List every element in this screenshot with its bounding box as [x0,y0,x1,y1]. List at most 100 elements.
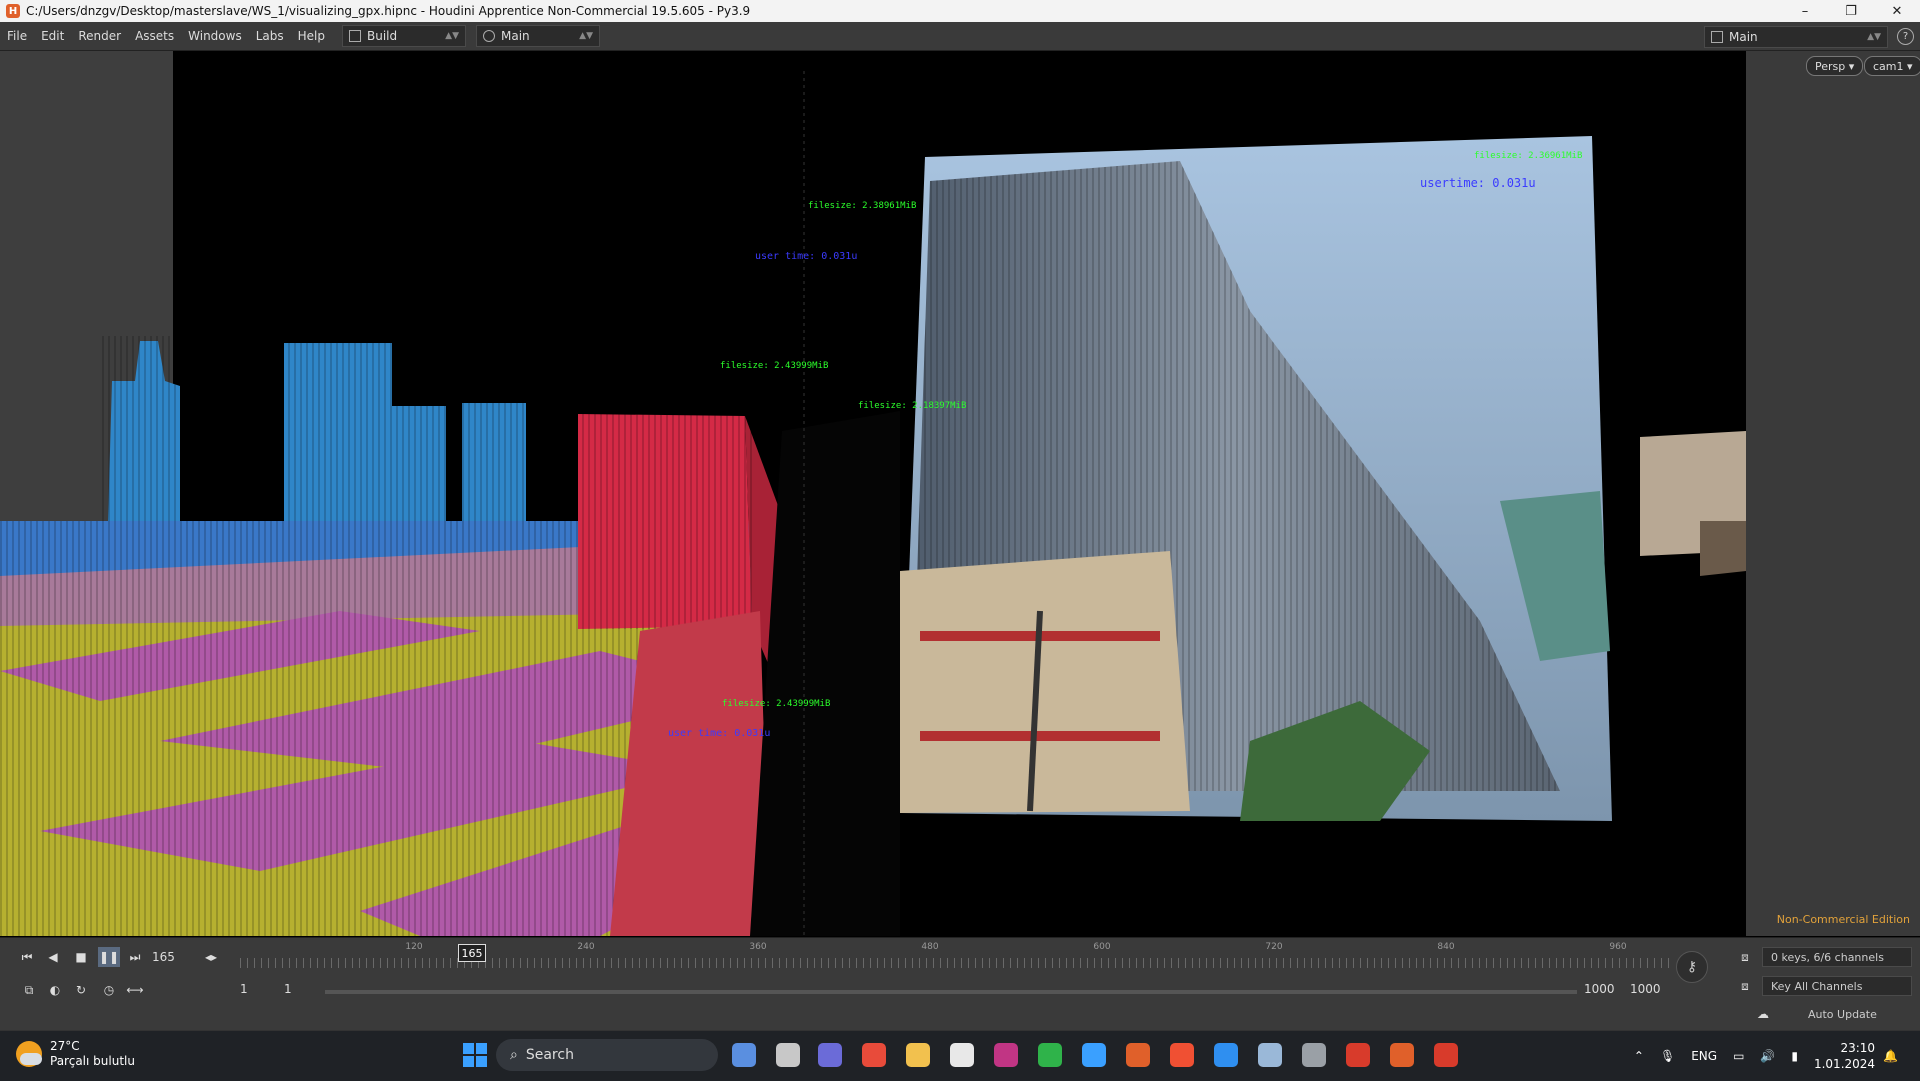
blue-buildings [100,336,530,526]
vscode-icon[interactable] [1214,1043,1238,1067]
key-all-channels-select[interactable]: Key All Channels [1762,976,1912,996]
overlay-filesize-2: filesize: 2.43999MiB [720,361,829,371]
desktop-select-value: Build [367,29,398,43]
notification-icon[interactable]: 🔔 [1883,1049,1898,1063]
camera-select-label: cam1 [1873,59,1904,73]
channels-label: 0 keys, 6/6 channels [1771,950,1884,964]
photo-plane [900,136,1612,821]
houdini-active-icon[interactable] [1390,1043,1414,1067]
current-frame-marker[interactable]: 165 [458,944,486,962]
start-frame-field-2[interactable]: 1 [284,982,292,996]
menu-labs[interactable]: Labs [249,29,291,43]
ruler-label: 480 [921,942,939,952]
menu-assets[interactable]: Assets [128,29,181,43]
weather-description: Parçalı bulutlu [50,1054,135,1068]
key-all-label: Key All Channels [1771,979,1863,993]
realtime-icon[interactable]: ⧉ [18,980,40,1000]
step-back-icon[interactable]: ◂▸ [200,947,222,967]
settings-icon[interactable] [1302,1043,1326,1067]
ruler-label: 240 [577,942,595,952]
pane-icon [1711,31,1723,43]
menu-edit[interactable]: Edit [34,29,71,43]
microphone-icon[interactable]: 🎙 [1660,1049,1675,1063]
menu-file[interactable]: File [0,29,34,43]
file-explorer-icon[interactable] [906,1043,930,1067]
overlay-filesize-4: filesize: 2.43999MiB [722,699,831,709]
cook-icon[interactable]: ☁ [1752,1004,1774,1024]
chevron-down-icon: ▲▼ [1867,32,1881,42]
clock-icon[interactable]: ◷ [98,980,120,1000]
viewport-side-panel: Persp ▾ cam1 ▾ Non-Commercial Edition [1746,51,1920,936]
right-pane-select[interactable]: Main ▲▼ [1704,26,1888,48]
ruler-label: 960 [1609,942,1627,952]
overlay-filesize-3: filesize: 2.18397MiB [858,401,967,411]
volume-icon[interactable]: 🔊 [1760,1049,1775,1063]
pane-icon [483,30,495,42]
instagram-icon[interactable] [994,1043,1018,1067]
minimize-button[interactable]: – [1782,0,1828,22]
widgets-icon[interactable] [732,1043,756,1067]
pause-icon[interactable]: ❚❚ [98,947,120,967]
chevron-down-icon: ▲▼ [579,31,593,41]
range-icon[interactable]: ⟷ [124,980,146,1000]
houdini-launcher-icon[interactable] [1126,1043,1150,1067]
loop-icon[interactable]: ↻ [70,980,92,1000]
ruler-label: 360 [749,942,767,952]
end-frame-field[interactable]: 1000 [1584,982,1615,996]
auto-update-label: Auto Update [1808,1007,1877,1021]
ruler-label: 720 [1265,942,1283,952]
help-icon[interactable]: ? [1897,28,1914,45]
frame-range-slider[interactable] [325,990,1577,994]
xbox-icon[interactable] [1038,1043,1062,1067]
menu-windows[interactable]: Windows [181,29,249,43]
channel-icon[interactable]: ⧈ [1734,947,1756,967]
clock[interactable]: 23:10 1.01.2024 [1814,1040,1875,1072]
battery-icon[interactable]: ▮ [1791,1049,1798,1063]
key-icon[interactable]: ⚷ [1676,951,1708,983]
notes-app-icon[interactable] [1082,1043,1106,1067]
overlay-filesize-5: filesize: 2.36961MiB [1474,151,1583,161]
red-app-icon[interactable] [1346,1043,1370,1067]
restore-button[interactable]: ❐ [1828,0,1874,22]
task-view-icon[interactable] [776,1043,800,1067]
audio-icon[interactable]: ◐ [44,980,66,1000]
camera-select-button[interactable]: cam1 ▾ [1864,56,1920,76]
chevron-up-icon[interactable]: ⌃ [1634,1049,1644,1063]
end-frame-field-2[interactable]: 1000 [1630,982,1661,996]
language-indicator[interactable]: ENG [1691,1049,1717,1063]
windows-taskbar: 27°C Parçalı bulutlu ⌕ Search ⌃ 🎙 ENG ▭ … [0,1030,1920,1081]
image-viewer-icon[interactable] [1258,1043,1282,1067]
teams-chat-icon[interactable] [818,1043,842,1067]
persp-view-label: Persp [1815,59,1846,73]
persp-view-button[interactable]: Persp ▾ [1806,56,1864,76]
close-button[interactable]: ✕ [1874,0,1920,22]
menu-render[interactable]: Render [71,29,128,43]
desktop-select[interactable]: Build ▲▼ [342,25,466,47]
taskbar-search[interactable]: ⌕ Search [496,1039,718,1071]
cursor-app-icon[interactable] [950,1043,974,1067]
network-icon[interactable]: ▭ [1733,1049,1744,1063]
menu-help[interactable]: Help [291,29,332,43]
scene-viewport[interactable]: filesize: 2.38961MiB filesize: 2.43999Mi… [0,51,1746,936]
stop-icon[interactable]: ■ [70,947,92,967]
houdini-alt-icon[interactable] [1434,1043,1458,1067]
frame-field[interactable]: 165 [152,947,196,967]
play-reverse-icon[interactable]: ◀ [42,947,64,967]
windows-start-icon[interactable] [463,1043,487,1067]
jump-start-icon[interactable]: ⏮ [16,947,38,967]
chrome-icon[interactable] [862,1043,886,1067]
weather-widget[interactable]: 27°C Parçalı bulutlu [16,1039,135,1069]
timeline-ruler[interactable]: 120 240 360 480 600 720 840 960 165 [240,942,1670,972]
houdini-icon: H [6,4,20,18]
key-all-icon[interactable]: ⧈ [1734,976,1756,996]
start-frame-field[interactable]: 1 [240,982,248,996]
auto-update-select[interactable]: Auto Update [1800,1004,1912,1024]
git-app-icon[interactable] [1170,1043,1194,1067]
jump-end-icon[interactable]: ⏭ [124,947,146,967]
pane-select[interactable]: Main ▲▼ [476,25,600,47]
overlay-usertime-1: user time: 0.031u [755,251,858,262]
secondary-photo-plane [1640,431,1746,576]
ruler-label: 600 [1093,942,1111,952]
ruler-label: 840 [1437,942,1455,952]
channels-field[interactable]: 0 keys, 6/6 channels [1762,947,1912,967]
